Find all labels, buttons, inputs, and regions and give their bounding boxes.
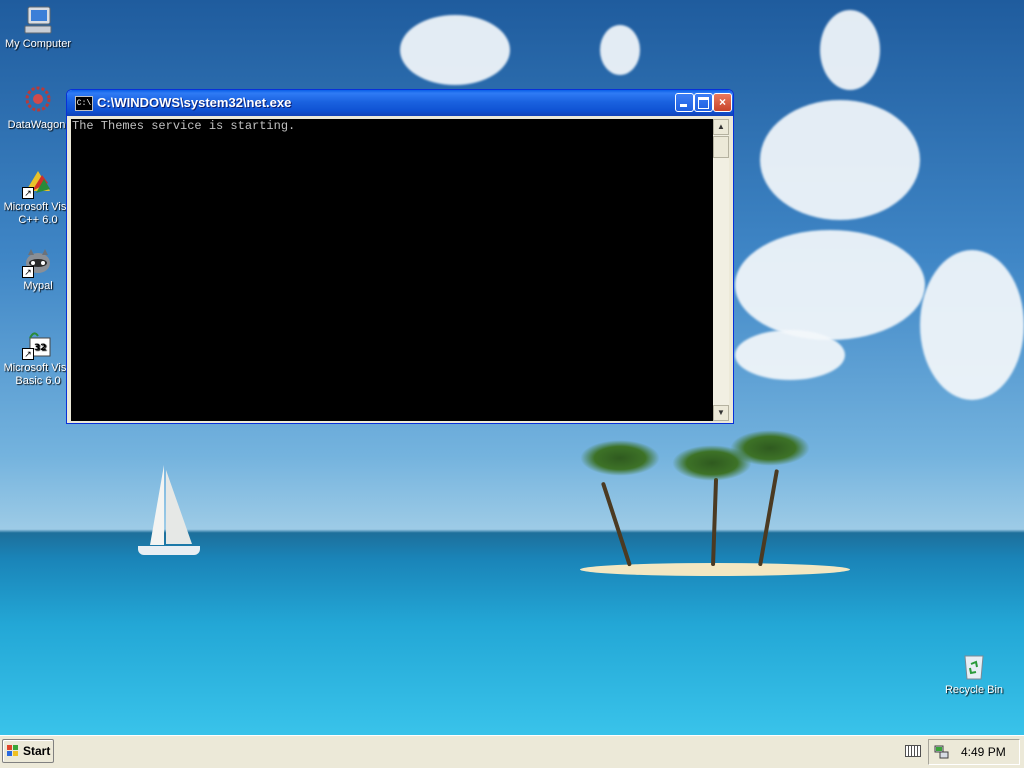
visual-basic-icon: 32 ↗ (22, 328, 54, 360)
palm-tree-crown (730, 430, 810, 466)
taskbar: Start 4:49 PM (0, 735, 1024, 768)
palm-tree-trunk (711, 477, 719, 567)
recycle-bin-icon (958, 650, 990, 682)
svg-text:32: 32 (34, 343, 47, 353)
scroll-up-button[interactable]: ▲ (713, 119, 729, 135)
desktop-icon-datawagon[interactable]: DataWagon. (0, 85, 76, 132)
shortcut-arrow-icon: ↗ (22, 187, 34, 199)
close-button[interactable]: × (713, 93, 732, 112)
scroll-thumb[interactable] (713, 136, 729, 158)
minimize-button[interactable] (675, 93, 694, 112)
vertical-scrollbar[interactable]: ▲ ▼ (713, 119, 729, 421)
palm-tree-trunk (758, 469, 779, 567)
shortcut-arrow-icon: ↗ (22, 266, 34, 278)
cloud (820, 10, 880, 90)
keyboard-icon[interactable] (905, 745, 921, 757)
palm-tree-trunk (600, 481, 632, 567)
desktop-icon-mypal[interactable]: ↗ Mypal (0, 246, 76, 293)
desktop-icon-label: My Computer (4, 38, 72, 50)
console-output[interactable]: The Themes service is starting. (71, 119, 713, 421)
cloud (760, 100, 920, 220)
system-tray: 4:49 PM (928, 739, 1020, 765)
visual-cpp-icon: ↗ (22, 167, 54, 199)
console-icon: C:\ (75, 96, 93, 111)
window-titlebar[interactable]: C:\ C:\WINDOWS\system32\net.exe × (67, 90, 733, 116)
desktop-background: My Computer DataWagon. ↗ Microsoft Visu … (0, 0, 1024, 735)
cloud (600, 25, 640, 75)
sailboat-hull (138, 546, 200, 555)
desktop-icon-label: Microsoft Visu C++ 6.0 (3, 201, 73, 226)
desktop-icon-my-computer[interactable]: My Computer (0, 4, 76, 51)
sailboat-sail (150, 465, 164, 545)
close-icon: × (718, 95, 726, 109)
desktop-icon-visual-cpp[interactable]: ↗ Microsoft Visu C++ 6.0 (0, 167, 76, 227)
desktop-icon-label: Recycle Bin (944, 684, 1004, 696)
cloud (735, 230, 925, 340)
sand-island (580, 563, 850, 576)
my-computer-icon (22, 4, 54, 36)
cloud (920, 250, 1024, 400)
console-window[interactable]: C:\ C:\WINDOWS\system32\net.exe × The Th… (66, 89, 734, 424)
maximize-icon (698, 97, 709, 109)
sailboat-sail (166, 470, 192, 544)
desktop-icon-label: Mypal (23, 280, 53, 292)
shortcut-arrow-icon: ↗ (22, 348, 34, 360)
start-button[interactable]: Start (2, 739, 54, 763)
datawagon-icon (22, 85, 54, 117)
desktop-icon-recycle-bin[interactable]: Recycle Bin (936, 650, 1012, 697)
cloud (400, 15, 510, 85)
maximize-button[interactable] (694, 93, 713, 112)
palm-tree-crown (580, 440, 660, 476)
windows-logo-icon (7, 745, 19, 757)
network-icon[interactable] (934, 744, 950, 760)
clock[interactable]: 4:49 PM (961, 745, 1006, 759)
window-title: C:\WINDOWS\system32\net.exe (97, 95, 292, 110)
cloud (735, 330, 845, 380)
desktop-icon-label: Microsoft Visu Basic 6.0 (3, 362, 73, 387)
desktop-icon-visual-basic[interactable]: 32 ↗ Microsoft Visu Basic 6.0 (0, 328, 76, 388)
start-label: Start (23, 744, 51, 758)
minimize-icon (680, 104, 687, 107)
scroll-down-button[interactable]: ▼ (713, 405, 729, 421)
console-text: The Themes service is starting. (72, 119, 296, 133)
desktop-icon-label: DataWagon. (7, 119, 69, 131)
mypal-icon: ↗ (22, 246, 54, 278)
